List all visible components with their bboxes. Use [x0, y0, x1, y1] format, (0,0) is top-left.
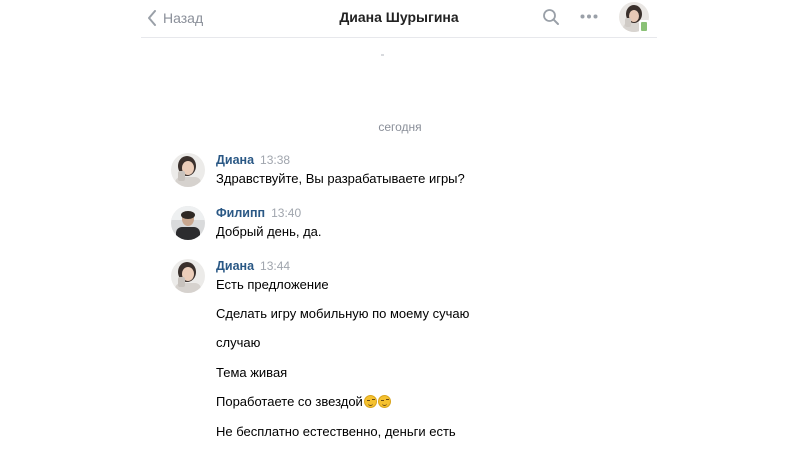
chat-page: Назад Диана Шурыгина сегодня Диана 13:38… [0, 0, 800, 450]
author-name[interactable]: Диана [216, 153, 254, 167]
avatar-photo-icon [171, 259, 205, 293]
message-text: Есть предложение [216, 277, 329, 292]
chat-header: Назад Диана Шурыгина [141, 0, 657, 38]
online-mobile-indicator [639, 20, 649, 33]
message-text: Сделать игру мобильную по моему сучаю [216, 306, 470, 321]
more-dots-icon[interactable] [580, 14, 598, 19]
message-text: Добрый день, да. [216, 224, 322, 239]
author-name[interactable]: Диана [216, 259, 254, 273]
message-text: Тема живая [216, 365, 288, 380]
header-shadow-mark [381, 54, 384, 56]
date-divider: сегодня [378, 120, 422, 134]
smirk-emoji-icon [377, 395, 391, 408]
message-header: Диана 13:44 [216, 259, 290, 273]
message-text: случаю [216, 335, 261, 350]
message-time: 13:38 [260, 153, 291, 167]
avatar[interactable] [171, 259, 205, 293]
author-name[interactable]: Филипп [216, 206, 265, 220]
avatar[interactable] [171, 206, 205, 240]
message-text: Не бесплатно естественно, деньги есть [216, 424, 456, 439]
message-time: 13:44 [260, 259, 291, 273]
message-text-with-emoji: Поработаете со звездой [216, 394, 391, 409]
message-header: Диана 13:38 [216, 153, 290, 167]
avatar-photo-icon [171, 206, 205, 240]
message-header: Филипп 13:40 [216, 206, 301, 220]
message-text: Здравствуйте, Вы разрабатываете игры? [216, 171, 465, 186]
message-text: Поработаете со звездой [216, 394, 363, 409]
avatar-photo-icon [171, 153, 205, 187]
message-time: 13:40 [271, 206, 302, 220]
search-icon[interactable] [542, 8, 560, 26]
smirk-emoji-icon [363, 395, 377, 408]
avatar[interactable] [171, 153, 205, 187]
